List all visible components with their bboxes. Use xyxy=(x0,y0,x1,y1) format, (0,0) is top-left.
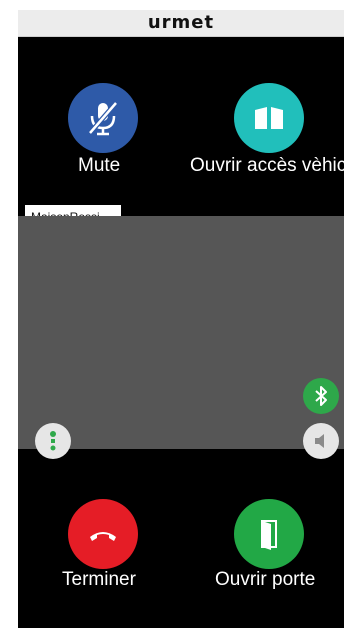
intercom-call-screen: urmet Mute Ouvrir accès vèhicule MaisonR… xyxy=(18,10,344,628)
options-button[interactable] xyxy=(35,423,71,459)
video-feed xyxy=(18,216,344,449)
end-call-button[interactable] xyxy=(68,499,138,569)
top-bar: urmet xyxy=(18,10,344,37)
bluetooth-icon xyxy=(315,386,327,406)
bluetooth-button[interactable] xyxy=(303,378,339,414)
vehicle-access-label: Ouvrir accès vèhicule xyxy=(190,155,344,176)
open-door-button[interactable] xyxy=(234,499,304,569)
door-open-icon xyxy=(261,520,277,550)
end-call-label: Terminer xyxy=(62,569,136,590)
vertical-dots-icon xyxy=(50,431,56,451)
mute-label: Mute xyxy=(78,155,121,176)
speaker-button[interactable] xyxy=(303,423,339,459)
brand-logo: urmet xyxy=(147,12,215,33)
mute-button[interactable] xyxy=(68,83,138,153)
speaker-icon xyxy=(315,434,324,448)
open-door-label: Ouvrir porte xyxy=(215,569,316,590)
vehicle-access-button[interactable] xyxy=(234,83,304,153)
phone-hangup-icon xyxy=(90,532,116,541)
microphone-off-icon xyxy=(88,101,118,136)
gate-icon xyxy=(255,107,283,129)
